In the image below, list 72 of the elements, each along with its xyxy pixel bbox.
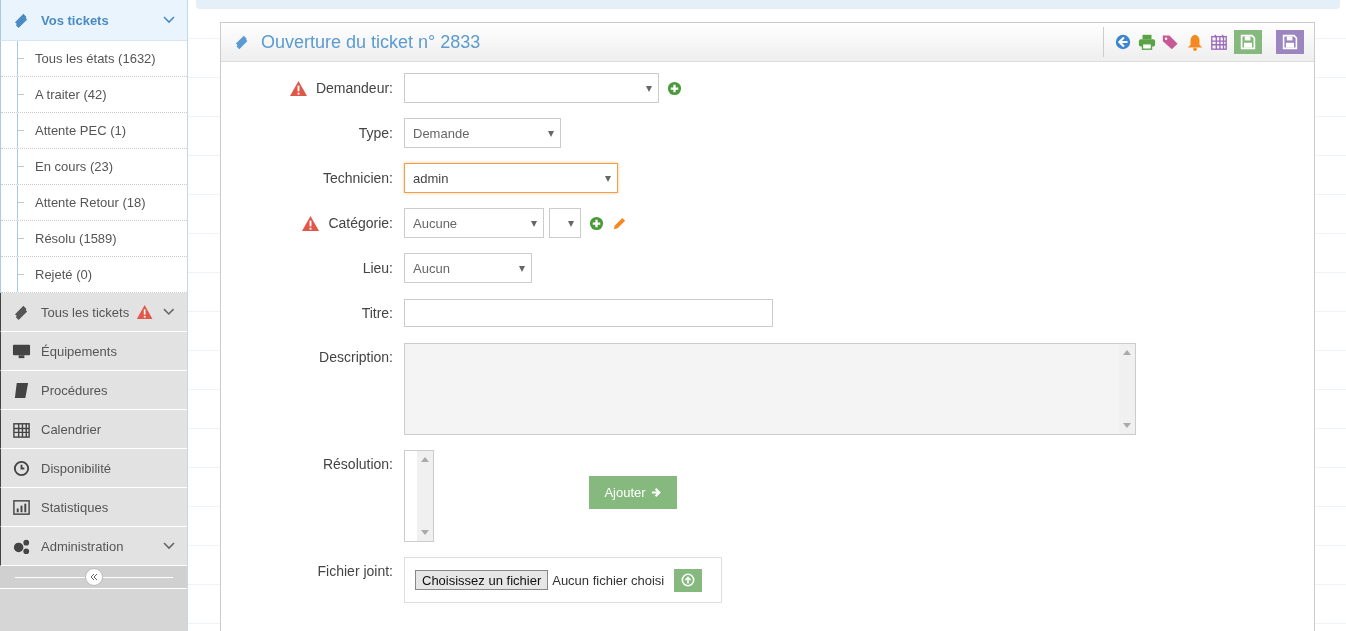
- field-label: Catégorie:: [328, 215, 393, 231]
- field-label: Type:: [358, 125, 393, 141]
- select-field[interactable]: admin: [404, 163, 618, 193]
- save-button[interactable]: [1234, 30, 1262, 54]
- sidebar-item[interactable]: Disponibilité: [0, 449, 187, 488]
- sidebar-label: Équipements: [41, 343, 117, 359]
- bell-icon[interactable]: [1186, 33, 1204, 51]
- select-field[interactable]: Demande: [404, 118, 561, 148]
- resolution-textarea[interactable]: [404, 450, 434, 542]
- upload-button[interactable]: [674, 568, 703, 592]
- sidebar-item[interactable]: Procédures: [0, 371, 187, 410]
- sidebar-subitem[interactable]: Résolu (1589): [1, 221, 187, 257]
- sidebar-subitem[interactable]: Tous les états (1632): [1, 41, 187, 77]
- bar-chart-icon: [12, 497, 31, 517]
- sidebar-label: Disponibilité: [41, 460, 112, 476]
- caret-icon: [531, 221, 537, 227]
- sidebar-label: Vos tickets: [41, 12, 109, 28]
- choose-file-button[interactable]: Choisissez un fichier: [415, 570, 549, 590]
- file-status: Aucun fichier choisi: [552, 572, 665, 588]
- field-label: Technicien:: [322, 170, 393, 186]
- sidebar-subitem[interactable]: Attente PEC (1): [1, 113, 187, 149]
- sidebar-item[interactable]: Vos tickets: [0, 0, 187, 41]
- upload-icon: [681, 573, 696, 587]
- caret-icon: [646, 86, 652, 92]
- caret-icon: [519, 266, 525, 272]
- caret-icon: [568, 221, 574, 227]
- sidebar-label: Procédures: [41, 382, 108, 398]
- caret-icon: [548, 131, 554, 137]
- arrow-right-icon: [650, 486, 662, 498]
- description-textarea[interactable]: [404, 343, 1136, 435]
- sidebar-subitem[interactable]: En cours (23): [1, 149, 187, 185]
- field-label: Résolution:: [322, 456, 393, 472]
- sidebar-label: Statistiques: [41, 499, 109, 515]
- add-icon[interactable]: [667, 80, 682, 96]
- title-input[interactable]: [404, 299, 773, 327]
- sidebar-subitem[interactable]: Rejeté (0): [1, 257, 187, 293]
- tags-icon[interactable]: [1162, 33, 1180, 51]
- chevron-down-icon: [163, 308, 175, 316]
- pencil-icon[interactable]: [612, 215, 627, 231]
- scrollbar[interactable]: [1119, 344, 1135, 434]
- print-icon[interactable]: [1138, 33, 1156, 51]
- add-icon[interactable]: [589, 215, 604, 231]
- scrollbar[interactable]: [417, 451, 433, 541]
- sidebar-item[interactable]: Équipements: [0, 332, 187, 371]
- sidebar-item[interactable]: Administration: [0, 527, 187, 566]
- field-label: Demandeur:: [315, 80, 393, 96]
- sidebar-label: Administration: [41, 538, 124, 554]
- panel-title: Ouverture du ticket n° 2833: [261, 31, 481, 53]
- select-field[interactable]: [549, 208, 581, 238]
- sidebar-subitem[interactable]: A traiter (42): [1, 77, 187, 113]
- field-label: Titre:: [361, 305, 393, 321]
- sidebar-label: Tous les tickets: [41, 304, 130, 320]
- back-icon[interactable]: [1114, 33, 1132, 51]
- calendar-icon[interactable]: [1210, 33, 1228, 51]
- caret-icon: [605, 176, 611, 182]
- sidebar-item[interactable]: Statistiques: [0, 488, 187, 527]
- collapse-button[interactable]: [84, 568, 103, 586]
- clock-icon: [12, 458, 31, 478]
- sidebar-subitem[interactable]: Attente Retour (18): [1, 185, 187, 221]
- save-button[interactable]: [1276, 30, 1304, 54]
- chevron-down-icon: [163, 542, 175, 550]
- select-field[interactable]: Aucune: [404, 208, 544, 238]
- field-label: Fichier joint:: [317, 563, 393, 579]
- sidebar-item[interactable]: Tous les tickets: [0, 293, 187, 332]
- field-label: Lieu:: [362, 260, 393, 276]
- select-field[interactable]: Aucun: [404, 253, 532, 283]
- double-chevron-left-icon: [88, 572, 99, 582]
- field-label: Description:: [319, 349, 393, 365]
- select-field[interactable]: [404, 73, 659, 103]
- sidebar-label: Calendrier: [41, 421, 101, 437]
- sidebar-item[interactable]: Calendrier: [0, 410, 187, 449]
- chevron-down-icon: [163, 16, 175, 24]
